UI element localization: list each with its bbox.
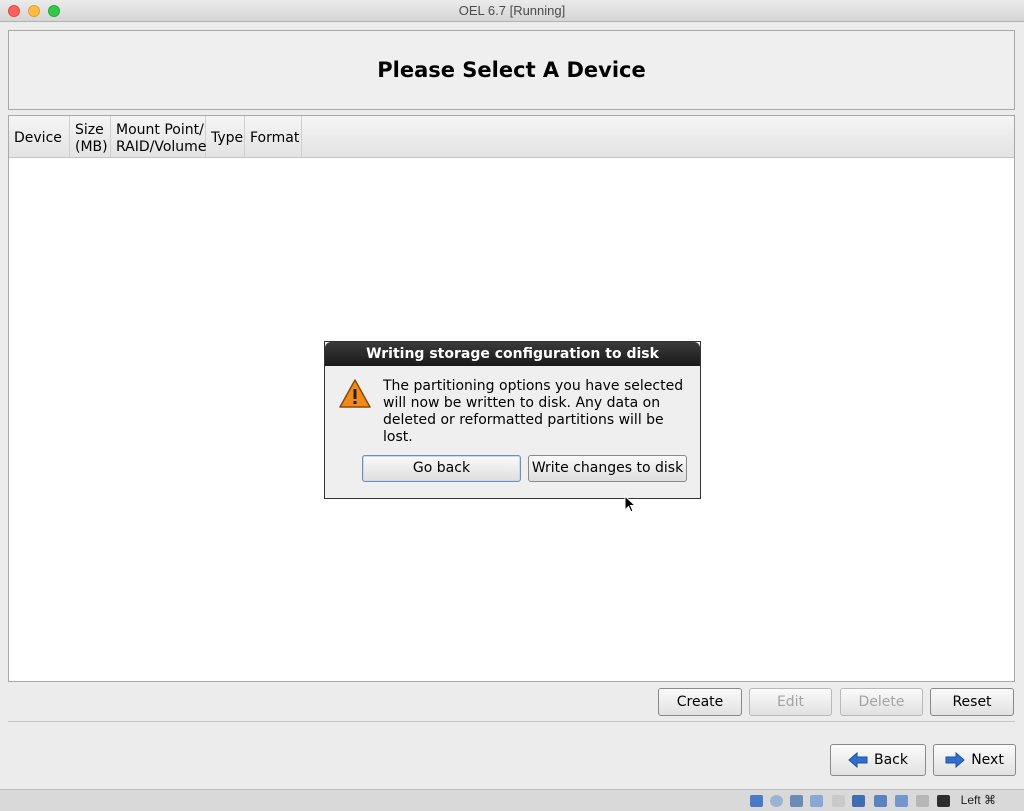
keyboard-capture-icon[interactable] bbox=[937, 795, 950, 807]
arrow-left-icon bbox=[848, 752, 868, 768]
capture-icon[interactable] bbox=[895, 795, 908, 807]
next-button[interactable]: Next bbox=[933, 744, 1016, 776]
reset-button-label: Reset bbox=[952, 694, 992, 710]
display-icon[interactable] bbox=[852, 795, 865, 807]
separator bbox=[8, 721, 1015, 722]
dialog-title: Writing storage configuration to disk bbox=[325, 342, 700, 366]
dialog-message: The partitioning options you have select… bbox=[383, 378, 684, 445]
close-window-button[interactable] bbox=[8, 5, 20, 17]
usb-icon[interactable] bbox=[832, 795, 845, 807]
go-back-label: Go back bbox=[412, 460, 471, 476]
edit-button[interactable]: Edit bbox=[749, 688, 832, 716]
audio-icon[interactable] bbox=[790, 795, 803, 807]
page-title: Please Select A Device bbox=[377, 58, 646, 82]
hard-disk-icon[interactable] bbox=[750, 795, 763, 807]
host-key-label: Left ⌘ bbox=[960, 793, 996, 807]
arrow-right-icon bbox=[945, 752, 965, 768]
maximize-window-button[interactable] bbox=[48, 5, 60, 17]
network-icon[interactable] bbox=[810, 795, 823, 807]
optical-drive-icon[interactable] bbox=[770, 795, 783, 807]
mouse-cursor-icon bbox=[624, 495, 636, 513]
create-button-label: Create bbox=[676, 694, 724, 710]
minimize-window-button[interactable] bbox=[28, 5, 40, 17]
create-button[interactable]: Create bbox=[658, 688, 742, 716]
installer-screen: Please Select A Device Device Size (MB) … bbox=[0, 23, 1024, 789]
column-type[interactable]: Type bbox=[206, 116, 245, 157]
next-button-label: Next bbox=[971, 752, 1004, 768]
shared-folders-icon[interactable] bbox=[874, 795, 887, 807]
window-titlebar: OEL 6.7 [Running] bbox=[0, 0, 1024, 22]
go-back-button[interactable]: Go back bbox=[362, 455, 521, 482]
confirm-write-dialog: Writing storage configuration to disk Th… bbox=[324, 341, 701, 499]
vm-statusbar: Left ⌘ bbox=[0, 789, 1024, 811]
window-title: OEL 6.7 [Running] bbox=[458, 3, 566, 18]
warning-icon bbox=[339, 379, 371, 408]
back-button[interactable]: Back bbox=[830, 744, 926, 776]
write-changes-button[interactable]: Write changes to disk bbox=[528, 455, 687, 482]
back-button-label: Back bbox=[874, 752, 908, 768]
delete-button[interactable]: Delete bbox=[840, 688, 923, 716]
edit-button-label: Edit bbox=[776, 694, 805, 710]
column-mount-point[interactable]: Mount Point/ RAID/Volume bbox=[111, 116, 206, 157]
page-header: Please Select A Device bbox=[8, 30, 1015, 110]
write-changes-label: Write changes to disk bbox=[531, 460, 684, 476]
table-header: Device Size (MB) Mount Point/ RAID/Volum… bbox=[9, 116, 1014, 158]
column-format[interactable]: Format bbox=[245, 116, 302, 157]
column-size[interactable]: Size (MB) bbox=[70, 116, 111, 157]
reset-button[interactable]: Reset bbox=[930, 688, 1014, 716]
delete-button-label: Delete bbox=[858, 694, 905, 710]
column-device[interactable]: Device bbox=[9, 116, 70, 157]
mouse-integration-icon[interactable] bbox=[916, 795, 929, 807]
dialog-body: The partitioning options you have select… bbox=[339, 378, 689, 446]
